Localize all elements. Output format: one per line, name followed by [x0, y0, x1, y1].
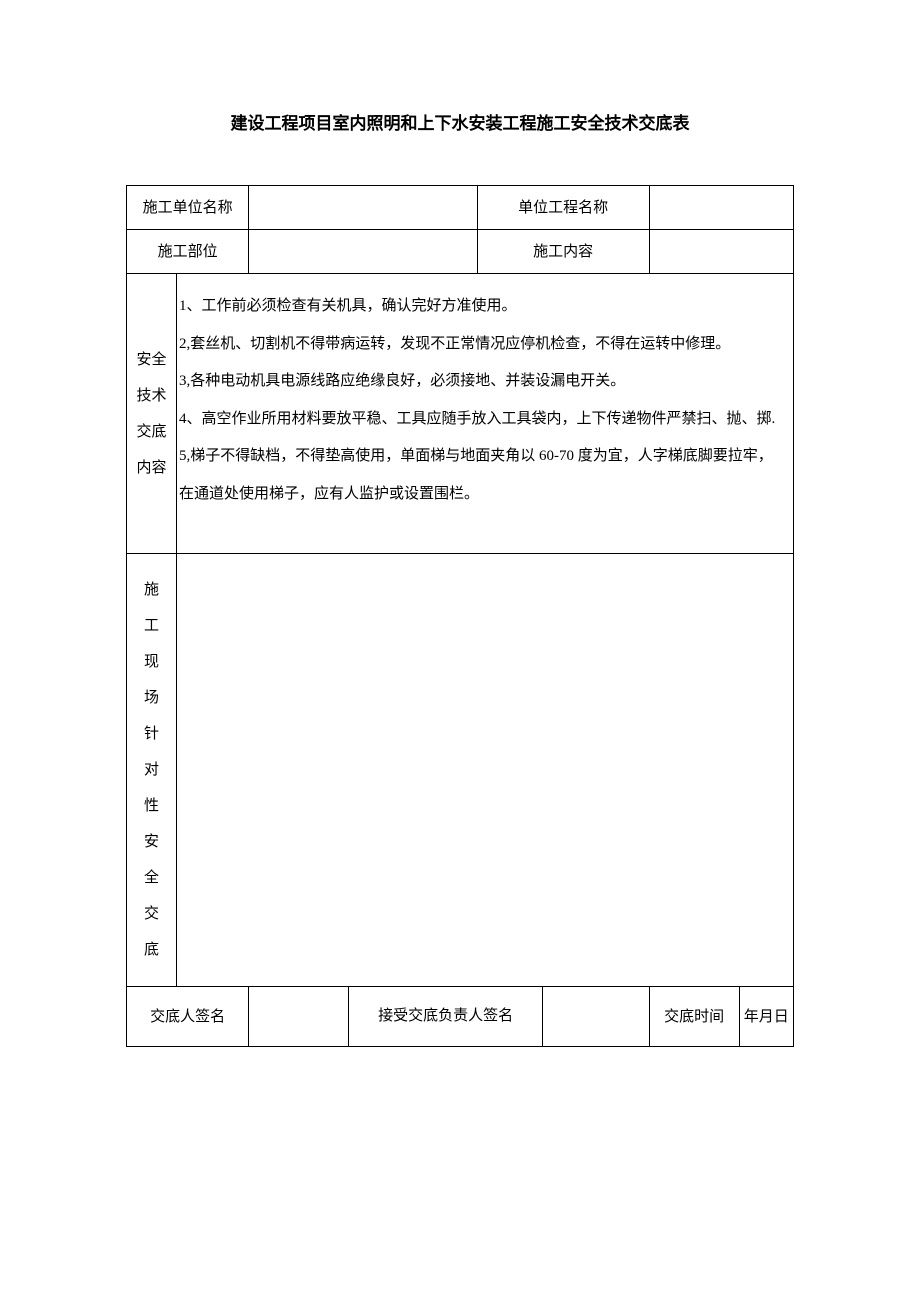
signature-row: 交底人签名 接受交底负责人签名 交底时间 年月日: [127, 987, 794, 1047]
label-project-name: 单位工程名称: [477, 186, 649, 230]
safety-content-row: 安全技术交底内容 1、工作前必须检查有关机具，确认完好方准使用。 2,套丝机、切…: [127, 274, 794, 554]
label-safety-content: 安全技术交底内容: [127, 274, 177, 554]
value-construction-unit: [249, 186, 478, 230]
value-construction-part: [249, 230, 478, 274]
site-safety-row: 施工现场针对性安全交底: [127, 554, 794, 987]
label-site-safety: 施工现场针对性安全交底: [127, 554, 177, 987]
content-line-5: 5,梯子不得缺档，不得垫高使用，单面梯与地面夹角以 60-70 度为宜，人字梯底…: [179, 438, 787, 513]
label-construction-content: 施工内容: [477, 230, 649, 274]
document-title: 建设工程项目室内照明和上下水安装工程施工安全技术交底表: [126, 110, 794, 137]
label-construction-unit: 施工单位名称: [127, 186, 249, 230]
value-construction-content: [649, 230, 793, 274]
value-signer-name: [249, 987, 349, 1047]
site-safety-content: [177, 554, 794, 987]
header-row-1: 施工单位名称 单位工程名称: [127, 186, 794, 230]
label-receiver-name: 接受交底负责人签名: [349, 987, 543, 1047]
label-signer-name: 交底人签名: [127, 987, 249, 1047]
content-line-2: 2,套丝机、切割机不得带病运转，发现不正常情况应停机检查，不得在运转中修理。: [179, 326, 787, 364]
label-construction-part: 施工部位: [127, 230, 249, 274]
header-row-2: 施工部位 施工内容: [127, 230, 794, 274]
content-line-1: 1、工作前必须检查有关机具，确认完好方准使用。: [179, 288, 787, 326]
content-line-4: 4、高空作业所用材料要放平稳、工具应随手放入工具袋内，上下传递物件严禁扫、抛、掷…: [179, 401, 787, 439]
value-date: 年月日: [739, 987, 793, 1047]
safety-content-text: 1、工作前必须检查有关机具，确认完好方准使用。 2,套丝机、切割机不得带病运转，…: [177, 274, 794, 554]
label-time: 交底时间: [649, 987, 739, 1047]
content-line-3: 3,各种电动机具电源线路应绝缘良好，必须接地、并装设漏电开关。: [179, 363, 787, 401]
safety-disclosure-table: 施工单位名称 单位工程名称 施工部位 施工内容 安全技术交底内容 1、工作前必须…: [126, 185, 794, 1047]
value-receiver-name: [543, 987, 650, 1047]
value-project-name: [649, 186, 793, 230]
